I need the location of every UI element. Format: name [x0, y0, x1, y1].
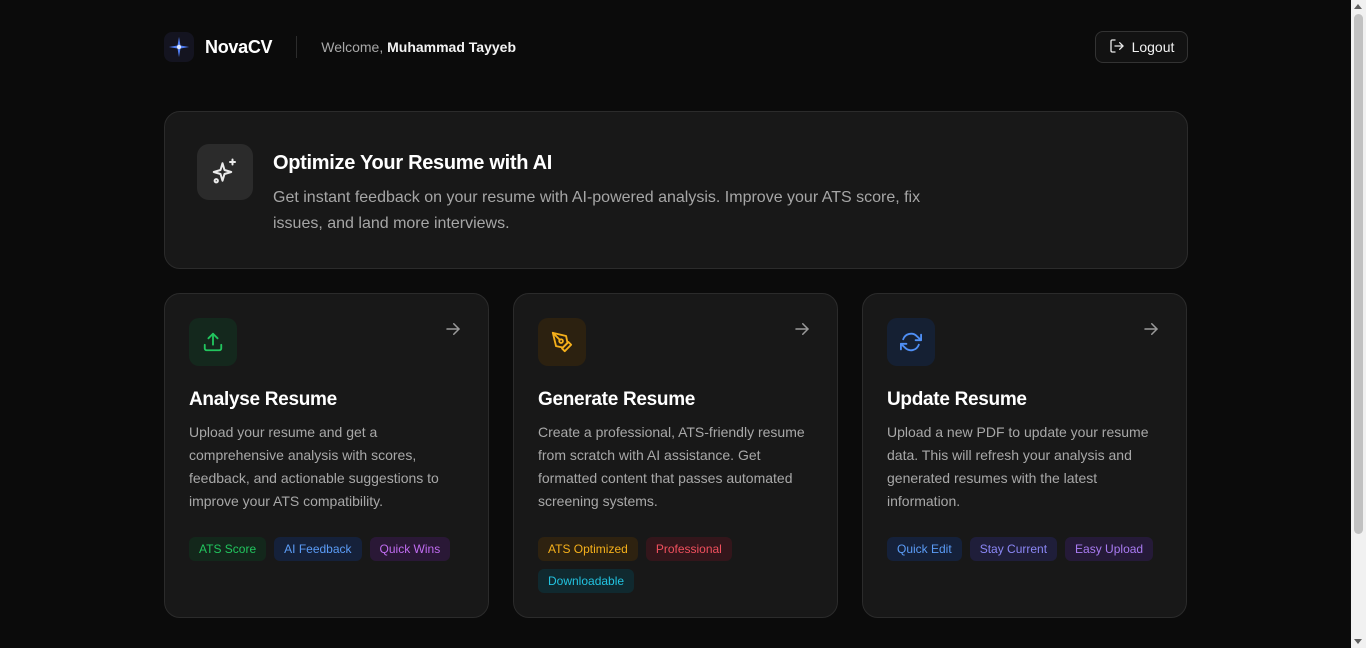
analyse-resume-card[interactable]: Analyse Resume Upload your resume and ge…	[164, 293, 489, 618]
user-name: Muhammad Tayyeb	[387, 39, 516, 55]
tag-quick-wins: Quick Wins	[369, 537, 451, 561]
tag-ats-optimized: ATS Optimized	[538, 537, 638, 561]
tag-ai-feedback: AI Feedback	[274, 537, 362, 561]
arrow-right-icon[interactable]	[1142, 320, 1160, 338]
page-scrollbar[interactable]	[1351, 0, 1366, 648]
tag-easy-upload: Easy Upload	[1065, 537, 1154, 561]
card-tags: ATS Optimized Professional Downloadable	[538, 537, 820, 593]
tag-ats-score: ATS Score	[189, 537, 267, 561]
welcome-text: Welcome, Muhammad Tayyeb	[321, 39, 516, 55]
hero-banner: Optimize Your Resume with AI Get instant…	[164, 111, 1188, 269]
arrow-right-icon[interactable]	[444, 320, 462, 338]
app-header: NovaCV Welcome, Muhammad Tayyeb Logout	[164, 31, 1188, 63]
card-description: Upload a new PDF to update your resume d…	[887, 424, 1149, 509]
card-description: Create a professional, ATS-friendly resu…	[538, 424, 805, 509]
logout-button[interactable]: Logout	[1095, 31, 1188, 63]
hero-title: Optimize Your Resume with AI	[273, 152, 553, 174]
logout-label: Logout	[1131, 39, 1175, 55]
upload-icon	[189, 318, 237, 366]
scroll-up-icon[interactable]	[1354, 4, 1362, 9]
scrollbar-thumb[interactable]	[1354, 14, 1363, 534]
generate-resume-card[interactable]: Generate Resume Create a professional, A…	[513, 293, 838, 618]
header-divider	[296, 36, 298, 58]
scroll-down-icon[interactable]	[1354, 639, 1362, 644]
star-sparkle-icon[interactable]	[164, 32, 194, 62]
refresh-icon	[887, 318, 935, 366]
card-title: Generate Resume	[538, 389, 696, 410]
card-tags: ATS Score AI Feedback Quick Wins	[189, 537, 471, 561]
card-title: Update Resume	[887, 389, 1027, 410]
card-title: Analyse Resume	[189, 389, 337, 410]
brand-name[interactable]: NovaCV	[205, 37, 273, 58]
tag-professional: Professional	[645, 537, 732, 561]
sparkles-icon	[197, 144, 253, 200]
tag-stay-current: Stay Current	[969, 537, 1058, 561]
hero-description: Get instant feedback on your resume with…	[273, 189, 921, 232]
pen-tool-icon	[538, 318, 586, 366]
card-description: Upload your resume and get a comprehensi…	[189, 424, 439, 509]
tag-quick-edit: Quick Edit	[887, 537, 962, 561]
card-tags: Quick Edit Stay Current Easy Upload	[887, 537, 1169, 561]
tag-downloadable: Downloadable	[538, 569, 635, 593]
arrow-right-icon[interactable]	[793, 320, 811, 338]
logout-icon	[1109, 38, 1125, 57]
welcome-prefix: Welcome,	[321, 39, 384, 55]
update-resume-card[interactable]: Update Resume Upload a new PDF to update…	[862, 293, 1187, 618]
